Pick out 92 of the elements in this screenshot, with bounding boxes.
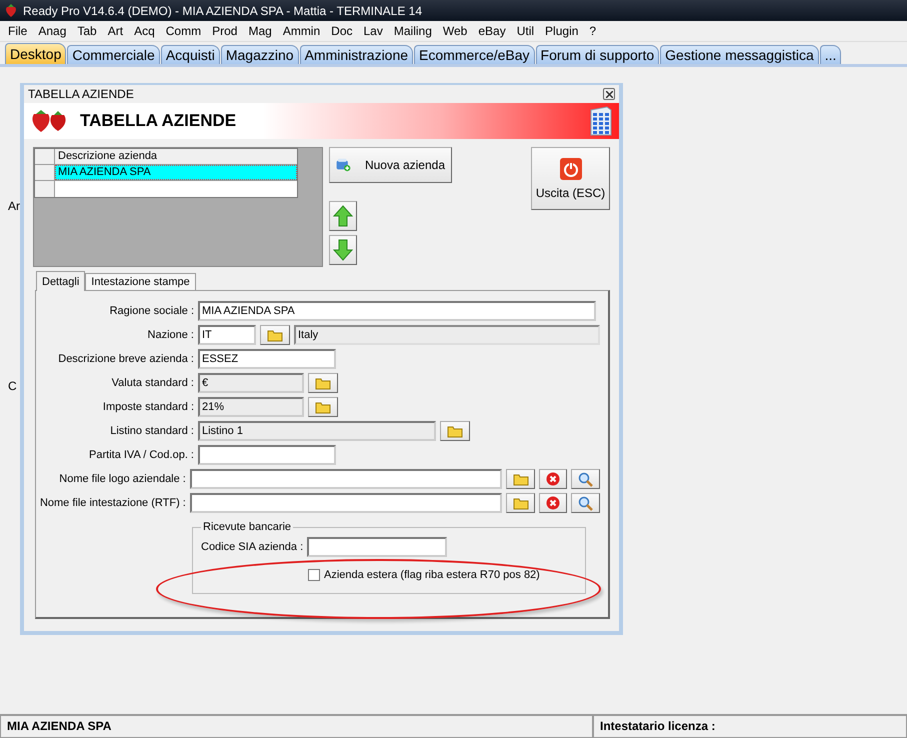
tab[interactable]: Acquisti xyxy=(160,45,220,64)
status-company: MIA AZIENDA SPA xyxy=(0,715,593,738)
search-icon xyxy=(578,496,594,510)
menu-item[interactable]: Util xyxy=(512,24,542,38)
strawberry-icon xyxy=(4,3,18,18)
field-label: Listino standard : xyxy=(109,425,194,437)
menu-item[interactable]: Mag xyxy=(244,24,279,38)
status-license: Intestatario licenza : xyxy=(593,715,907,738)
dialog-title: TABELLA AZIENDE xyxy=(28,87,134,101)
search-button[interactable] xyxy=(571,469,600,489)
tab[interactable]: ... xyxy=(820,45,842,64)
folder-icon xyxy=(447,424,463,438)
menu-item[interactable]: Lav xyxy=(360,24,390,38)
folder-icon xyxy=(512,496,529,510)
menu-item[interactable]: Doc xyxy=(327,24,360,38)
country-name-field: Italy xyxy=(294,325,600,345)
folder-icon xyxy=(512,472,529,486)
close-icon xyxy=(606,90,612,98)
menu-item[interactable]: Mailing xyxy=(390,24,439,38)
tab[interactable]: Amministrazione xyxy=(300,45,414,64)
folder-icon xyxy=(267,328,283,342)
folder-icon xyxy=(315,376,331,390)
tab[interactable]: Commerciale xyxy=(67,45,160,64)
field-label: Codice SIA azienda : xyxy=(201,541,304,553)
desktop-label: C xyxy=(8,379,17,393)
header-title: TABELLA AZIENDE xyxy=(80,111,238,131)
group-title: Ricevute bancarie xyxy=(202,521,292,533)
browse-button[interactable] xyxy=(506,469,535,489)
column-header[interactable]: Descrizione azienda xyxy=(55,149,297,164)
input-field[interactable] xyxy=(198,445,336,465)
close-icon xyxy=(546,472,560,486)
menu-item[interactable]: eBay xyxy=(474,24,513,38)
menu-item[interactable]: Art xyxy=(104,24,130,38)
window-title: Ready Pro V14.6.4 (DEMO) - MIA AZIENDA SPA - Mattia - TERMINALE 14 xyxy=(23,4,422,18)
desktop-label: Ar xyxy=(8,199,20,213)
input-field[interactable] xyxy=(307,537,448,557)
checkbox-label[interactable]: Azienda estera (flag riba estera R70 pos 82) xyxy=(324,569,540,581)
input-field[interactable]: Listino 1 xyxy=(198,421,436,441)
power-icon xyxy=(560,158,582,180)
field-label: Valuta standard : xyxy=(110,377,194,389)
menu-item[interactable]: Plugin xyxy=(541,24,586,38)
input-field[interactable] xyxy=(190,469,502,489)
close-button[interactable] xyxy=(603,88,615,100)
folder-icon xyxy=(315,400,331,414)
tab[interactable]: Dettagli xyxy=(36,271,86,291)
menu-item[interactable]: Prod xyxy=(208,24,244,38)
search-icon xyxy=(578,472,594,486)
browse-button[interactable] xyxy=(440,421,470,441)
search-button[interactable] xyxy=(571,493,600,513)
input-field[interactable]: 21% xyxy=(198,397,304,417)
menu-item[interactable]: File xyxy=(4,24,34,38)
input-field[interactable]: IT xyxy=(198,325,256,345)
menu-item[interactable]: ? xyxy=(585,24,604,38)
tab[interactable]: Intestazione stampe xyxy=(85,273,196,291)
menu-item[interactable]: Ammin xyxy=(278,24,328,38)
tab[interactable]: Magazzino xyxy=(220,45,299,64)
input-field[interactable]: ESSEZ xyxy=(198,349,336,369)
field-label: Nome file logo aziendale : xyxy=(58,473,186,485)
input-field[interactable] xyxy=(190,493,502,513)
field-label: Imposte standard : xyxy=(102,401,194,413)
clear-button[interactable] xyxy=(538,493,568,513)
move-down-button[interactable] xyxy=(329,235,357,265)
table-cell[interactable]: MIA AZIENDA SPA xyxy=(55,165,297,180)
browse-button[interactable] xyxy=(308,397,338,417)
menu-item[interactable]: Web xyxy=(438,24,474,38)
menu-item[interactable]: Acq xyxy=(130,24,162,38)
close-icon xyxy=(546,496,560,510)
tab[interactable]: Ecommerce/eBay xyxy=(414,45,535,64)
input-field[interactable]: € xyxy=(198,373,304,393)
input-field[interactable]: MIA AZIENDA SPA xyxy=(198,301,596,321)
arrow-up-icon xyxy=(333,205,353,227)
tab[interactable]: Forum di supporto xyxy=(536,45,660,64)
field-label: Nazione : xyxy=(146,329,194,341)
menu-item[interactable]: Comm xyxy=(162,24,208,38)
field-label: Ragione sociale : xyxy=(108,305,194,317)
field-label: Descrizione breve azienda : xyxy=(57,353,194,365)
arrow-down-icon xyxy=(333,239,353,261)
field-label: Nome file intestazione (RTF) : xyxy=(38,497,186,509)
checkbox[interactable] xyxy=(308,569,320,581)
move-up-button[interactable] xyxy=(329,201,357,231)
browse-button[interactable] xyxy=(506,493,535,513)
exit-button[interactable]: Uscita (ESC) xyxy=(531,147,610,210)
tab[interactable]: Gestione messaggistica xyxy=(660,45,819,64)
tab[interactable]: Desktop xyxy=(5,43,66,64)
new-company-button[interactable]: Nuova azienda xyxy=(329,147,452,183)
browse-button[interactable] xyxy=(308,373,338,393)
building-icon xyxy=(589,106,613,136)
browse-button[interactable] xyxy=(260,325,290,345)
clear-button[interactable] xyxy=(538,469,568,489)
menu-item[interactable]: Anag xyxy=(34,24,74,38)
menu-item[interactable]: Tab xyxy=(73,24,104,38)
field-label: Partita IVA / Cod.op. : xyxy=(88,449,194,461)
